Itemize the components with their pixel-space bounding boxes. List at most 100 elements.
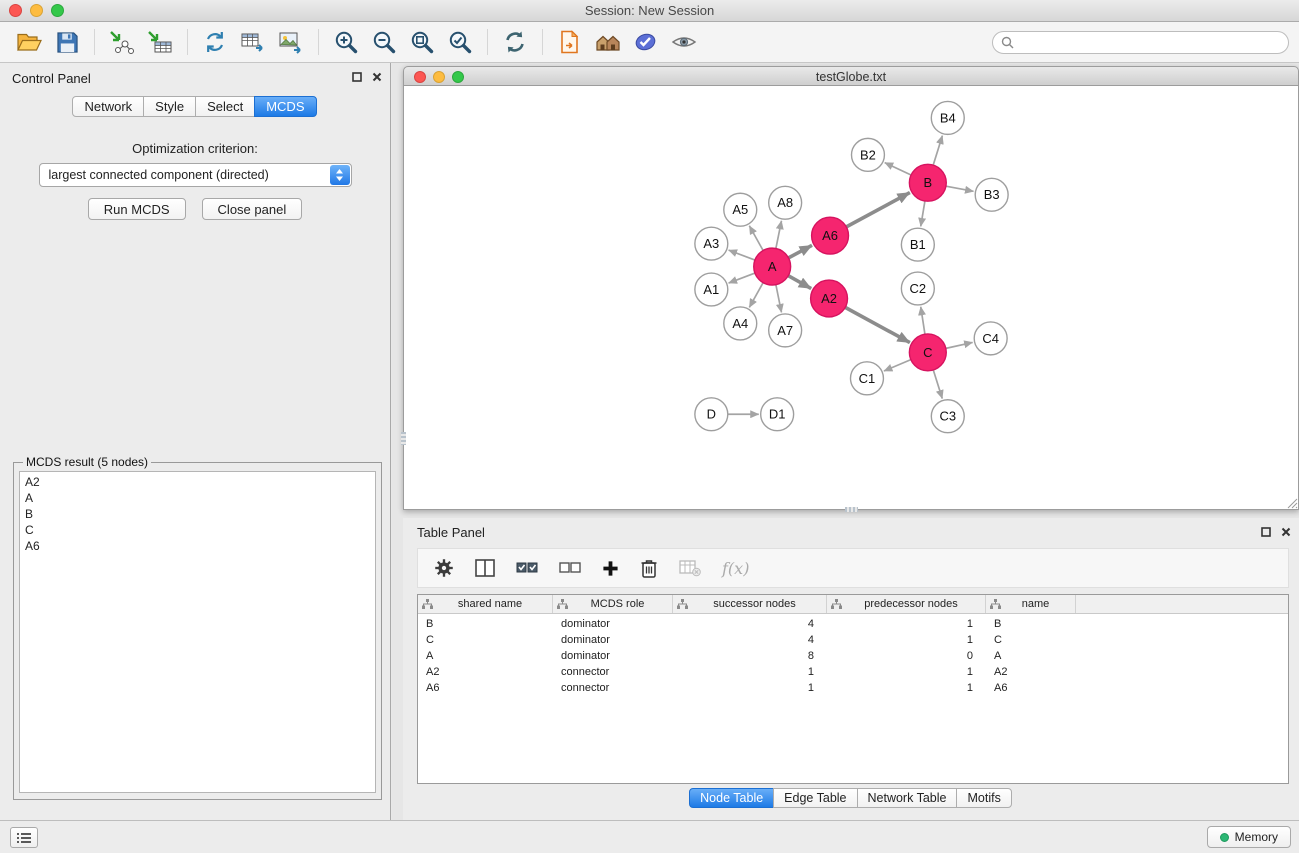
function-builder-button[interactable]: f(x)	[722, 559, 749, 578]
task-history-button[interactable]	[10, 827, 38, 848]
node-A2[interactable]: A2	[811, 280, 848, 317]
resize-handle-left[interactable]	[401, 432, 406, 445]
show-columns-button[interactable]	[475, 559, 495, 577]
edge-A-A5[interactable]	[749, 226, 763, 251]
edge-A-A2[interactable]	[788, 276, 811, 289]
apply-style-button[interactable]	[627, 25, 665, 59]
edge-A-A7[interactable]	[776, 285, 782, 313]
node-D[interactable]: D	[695, 398, 728, 431]
zoom-out-button[interactable]	[365, 25, 403, 59]
memory-button[interactable]: Memory	[1207, 826, 1291, 848]
node-C[interactable]: C	[909, 334, 946, 371]
close-control-panel-button[interactable]	[372, 72, 382, 82]
node-B2[interactable]: B2	[851, 138, 884, 171]
table-row-a2[interactable]: A2connector11A2	[418, 664, 1288, 680]
column-header-predecessor-nodes[interactable]: predecessor nodes	[827, 595, 986, 613]
column-header-name[interactable]: name	[986, 595, 1076, 613]
show-hide-button[interactable]	[665, 25, 703, 59]
edge-B-B1[interactable]	[921, 201, 925, 226]
tab-mcds[interactable]: MCDS	[254, 96, 316, 117]
node-D1[interactable]: D1	[761, 398, 794, 431]
save-session-button[interactable]	[48, 25, 86, 59]
float-table-panel-button[interactable]	[1261, 527, 1271, 537]
resize-handle-bottom[interactable]	[845, 507, 858, 512]
table-row-b[interactable]: Bdominator41B	[418, 616, 1288, 632]
edge-C-C1[interactable]	[884, 360, 911, 371]
zoom-selected-button[interactable]	[441, 25, 479, 59]
result-item-c[interactable]: C	[25, 522, 370, 538]
network-window-titlebar[interactable]: testGlobe.txt	[403, 66, 1299, 86]
tab-style[interactable]: Style	[143, 96, 196, 117]
table-row-a6[interactable]: A6connector11A6	[418, 680, 1288, 696]
result-item-a6[interactable]: A6	[25, 538, 370, 554]
node-A4[interactable]: A4	[724, 307, 757, 340]
node-A5[interactable]: A5	[724, 193, 757, 226]
edge-C-C4[interactable]	[946, 342, 973, 348]
select-all-button[interactable]	[516, 560, 538, 576]
float-panel-button[interactable]	[352, 72, 362, 82]
tab-motifs[interactable]: Motifs	[956, 788, 1011, 808]
criterion-dropdown[interactable]: largest connected component (directed)	[39, 163, 352, 187]
table-row-a[interactable]: Adominator80A	[418, 648, 1288, 664]
edge-C-C2[interactable]	[921, 307, 925, 334]
result-item-a2[interactable]: A2	[25, 474, 370, 490]
export-table-button[interactable]	[234, 25, 272, 59]
edge-B-B4[interactable]	[933, 136, 942, 166]
tab-select[interactable]: Select	[195, 96, 255, 117]
search-input[interactable]	[1018, 33, 1288, 52]
edge-A-A3[interactable]	[729, 250, 755, 260]
import-network-button[interactable]	[103, 25, 141, 59]
run-mcds-button[interactable]: Run MCDS	[88, 198, 186, 220]
close-table-panel-button[interactable]	[1281, 527, 1291, 537]
node-C1[interactable]: C1	[851, 362, 884, 395]
table-row-c[interactable]: Cdominator41C	[418, 632, 1288, 648]
edge-A2-C[interactable]	[845, 307, 910, 342]
close-panel-button[interactable]: Close panel	[202, 198, 303, 220]
result-item-b[interactable]: B	[25, 506, 370, 522]
node-C3[interactable]: C3	[931, 400, 964, 433]
deselect-all-button[interactable]	[559, 560, 581, 576]
edge-C-C3[interactable]	[933, 370, 942, 399]
node-C4[interactable]: C4	[974, 322, 1007, 355]
node-A7[interactable]: A7	[769, 314, 802, 347]
node-B[interactable]: B	[909, 164, 946, 201]
column-header-successor-nodes[interactable]: successor nodes	[673, 595, 827, 613]
node-B4[interactable]: B4	[931, 101, 964, 134]
edge-A-A6[interactable]	[788, 245, 812, 258]
tab-edge-table[interactable]: Edge Table	[773, 788, 857, 808]
open-network-file-button[interactable]	[551, 25, 589, 59]
zoom-fit-button[interactable]	[403, 25, 441, 59]
edge-B-B3[interactable]	[946, 186, 974, 191]
node-A1[interactable]: A1	[695, 273, 728, 306]
resize-handle-corner[interactable]	[1287, 498, 1298, 509]
node-B3[interactable]: B3	[975, 178, 1008, 211]
network-canvas[interactable]: B4 B2 B B3 A5 A8 A6 B1 A3 A C2 A1 A2 A4 A7 C4 C C1 C3 D D1	[403, 86, 1299, 510]
open-session-button[interactable]	[10, 25, 48, 59]
refresh-view-button[interactable]	[496, 25, 534, 59]
import-table-button[interactable]	[141, 25, 179, 59]
column-header-shared-name[interactable]: shared name	[418, 595, 553, 613]
edge-A-A1[interactable]	[729, 273, 755, 283]
export-network-button[interactable]	[196, 25, 234, 59]
edge-A-A8[interactable]	[776, 221, 782, 249]
edge-B-B2[interactable]	[885, 163, 911, 175]
tab-node-table[interactable]: Node Table	[689, 788, 774, 808]
tab-network[interactable]: Network	[72, 96, 144, 117]
export-image-button[interactable]	[272, 25, 310, 59]
home-button[interactable]	[589, 25, 627, 59]
delete-column-button[interactable]	[640, 558, 658, 578]
add-column-button[interactable]	[602, 560, 619, 577]
column-header-mcds-role[interactable]: MCDS role	[553, 595, 673, 613]
node-B1[interactable]: B1	[901, 228, 934, 261]
result-item-a[interactable]: A	[25, 490, 370, 506]
node-A3[interactable]: A3	[695, 227, 728, 260]
node-A[interactable]: A	[754, 248, 791, 285]
edge-A6-B[interactable]	[846, 193, 910, 227]
node-C2[interactable]: C2	[901, 272, 934, 305]
edge-A-A4[interactable]	[749, 283, 763, 308]
zoom-in-button[interactable]	[327, 25, 365, 59]
node-A6[interactable]: A6	[812, 217, 849, 254]
tab-network-table[interactable]: Network Table	[857, 788, 958, 808]
table-settings-button[interactable]	[434, 558, 454, 578]
node-A8[interactable]: A8	[769, 186, 802, 219]
